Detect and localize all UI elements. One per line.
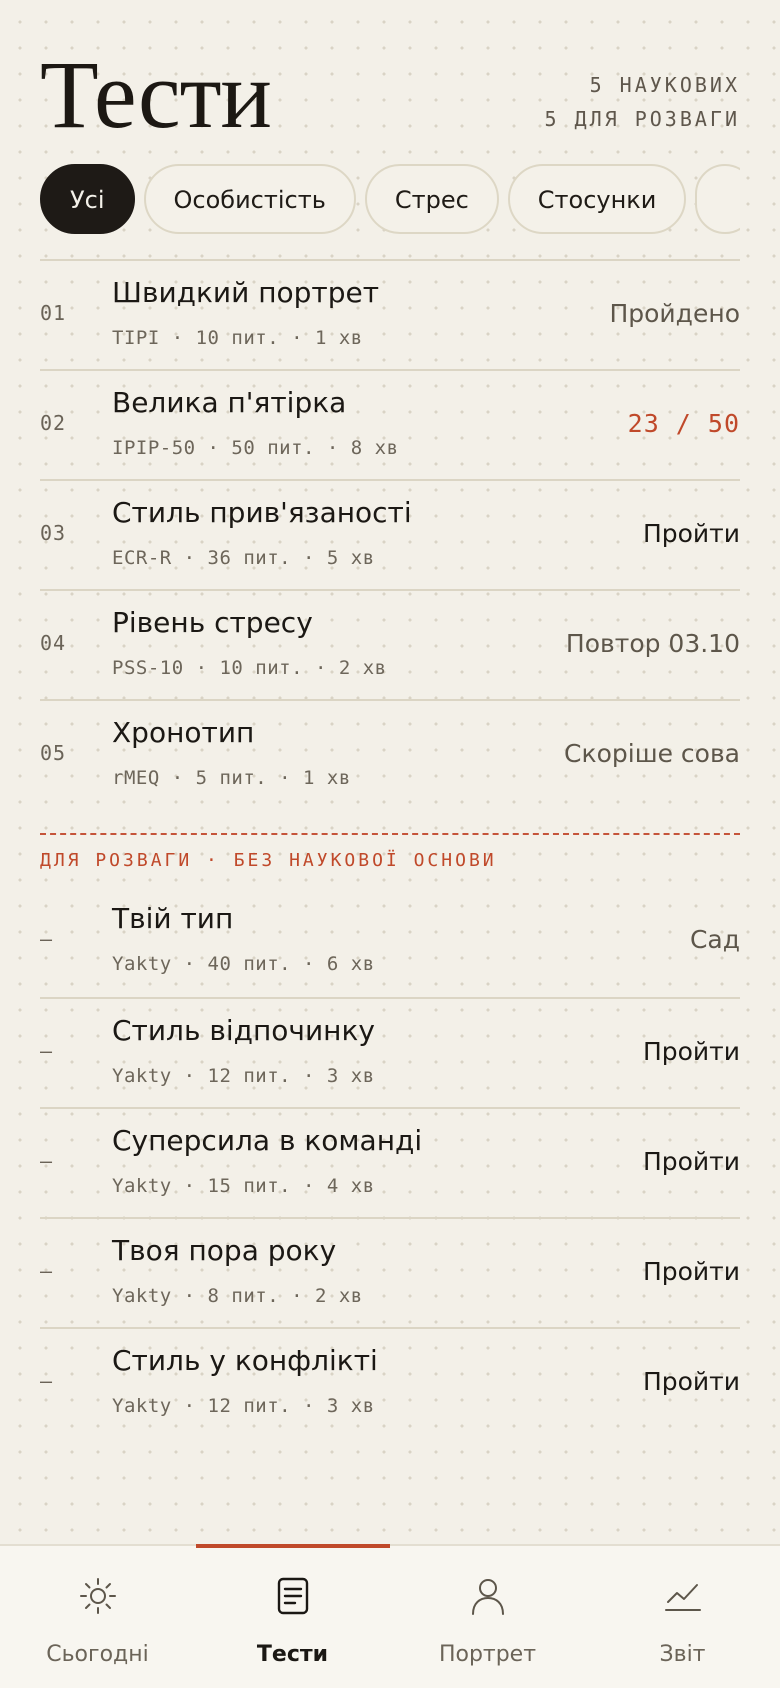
test-number: 01 bbox=[40, 301, 67, 325]
test-meta: ECR-R · 36 пит. · 5 хв bbox=[112, 547, 375, 569]
test-title: Стиль відпочинку bbox=[112, 1014, 375, 1047]
test-status: Сад bbox=[689, 925, 740, 954]
test-status: Скоріше сова bbox=[564, 739, 740, 768]
test-meta: Yakty · 8 пит. · 2 хв bbox=[112, 1285, 363, 1307]
tab-label: Звіт bbox=[659, 1642, 706, 1667]
page-header: Тести 5 наукових 5 для розваги bbox=[40, 40, 740, 150]
test-title: Твій тип bbox=[112, 902, 234, 935]
test-title: Стиль прив'язаності bbox=[112, 496, 412, 529]
tab-label: Тести bbox=[256, 1642, 329, 1667]
test-row[interactable]: — Суперсила в команді Yakty · 15 пит. · … bbox=[40, 1107, 740, 1217]
filter-chip-more[interactable] bbox=[695, 164, 740, 234]
take-test-button[interactable]: Пройти bbox=[643, 1035, 740, 1069]
count-fun: 5 для розваги bbox=[544, 107, 740, 131]
take-test-button[interactable]: Пройти bbox=[643, 1255, 740, 1289]
test-row[interactable]: — Стиль у конфлікті Yakty · 12 пит. · 3 … bbox=[40, 1327, 740, 1437]
test-row[interactable]: — Стиль відпочинку Yakty · 12 пит. · 3 х… bbox=[40, 997, 740, 1107]
test-title: Стиль у конфлікті bbox=[112, 1344, 378, 1377]
test-meta: PSS-10 · 10 пит. · 2 хв bbox=[112, 657, 387, 679]
test-row[interactable]: 02 Велика п'ятірка IPIP-50 · 50 пит. · 8… bbox=[40, 369, 740, 479]
test-number: — bbox=[40, 927, 54, 951]
test-meta: Yakty · 12 пит. · 3 хв bbox=[112, 1065, 375, 1087]
bottom-tab-bar: Сьогодні Тести Портрет Звіт bbox=[0, 1544, 780, 1688]
test-title: Твоя пора року bbox=[112, 1234, 337, 1267]
page-title: Тести bbox=[40, 41, 272, 148]
test-title: Суперсила в команді bbox=[112, 1124, 423, 1157]
test-number: 03 bbox=[40, 521, 67, 545]
tab-label: Портрет bbox=[438, 1642, 537, 1667]
test-meta: Yakty · 12 пит. · 3 хв bbox=[112, 1395, 375, 1417]
test-number: 04 bbox=[40, 631, 67, 655]
take-test-button[interactable]: Пройти bbox=[643, 517, 740, 551]
test-number: 02 bbox=[40, 411, 67, 435]
tab-portrait[interactable]: Портрет bbox=[390, 1546, 585, 1688]
test-row[interactable]: 01 Швидкий портрет TIPI · 10 пит. · 1 хв… bbox=[40, 259, 740, 369]
test-number: — bbox=[40, 1039, 54, 1063]
filter-chip-stress[interactable]: Стрес bbox=[364, 164, 499, 234]
section-divider bbox=[40, 833, 740, 835]
test-number: — bbox=[40, 1259, 54, 1283]
test-status: Пройдено bbox=[609, 299, 740, 328]
filter-chip-all[interactable]: Усі bbox=[40, 164, 135, 234]
tab-today[interactable]: Сьогодні bbox=[0, 1546, 195, 1688]
fun-test-list: — Твій тип Yakty · 40 пит. · 6 хв Сад — … bbox=[40, 887, 740, 1437]
test-status: Повтор 03.10 bbox=[565, 629, 740, 658]
scientific-test-list: 01 Швидкий портрет TIPI · 10 пит. · 1 хв… bbox=[40, 259, 740, 809]
take-test-button[interactable]: Пройти bbox=[643, 1365, 740, 1399]
test-meta: TIPI · 10 пит. · 1 хв bbox=[112, 327, 363, 349]
test-number: — bbox=[40, 1149, 54, 1173]
tab-label: Сьогодні bbox=[46, 1642, 149, 1667]
test-row[interactable]: 05 Хронотип rMEQ · 5 пит. · 1 хв Скоріше… bbox=[40, 699, 740, 809]
test-title: Швидкий портрет bbox=[112, 276, 380, 309]
test-number: 05 bbox=[40, 741, 67, 765]
test-meta: rMEQ · 5 пит. · 1 хв bbox=[112, 767, 351, 789]
test-row[interactable]: 03 Стиль прив'язаності ECR-R · 36 пит. ·… bbox=[40, 479, 740, 589]
test-row[interactable]: — Твій тип Yakty · 40 пит. · 6 хв Сад bbox=[40, 887, 740, 997]
count-scientific: 5 наукових bbox=[589, 73, 740, 97]
test-title: Рівень стресу bbox=[112, 606, 313, 639]
tab-report[interactable]: Звіт bbox=[585, 1546, 780, 1688]
test-row[interactable]: 04 Рівень стресу PSS-10 · 10 пит. · 2 хв… bbox=[40, 589, 740, 699]
test-meta: IPIP-50 · 50 пит. · 8 хв bbox=[112, 437, 399, 459]
test-row[interactable]: — Твоя пора року Yakty · 8 пит. · 2 хв П… bbox=[40, 1217, 740, 1327]
fun-section-label: Для розваги · без наукової основи bbox=[40, 850, 497, 871]
test-progress: 23 / 50 bbox=[627, 409, 740, 438]
test-title: Велика п'ятірка bbox=[112, 386, 347, 419]
test-counts: 5 наукових 5 для розваги bbox=[544, 68, 740, 136]
tab-tests[interactable]: Тести bbox=[195, 1546, 390, 1688]
filter-chips: Усі Особистість Стрес Стосунки bbox=[40, 164, 740, 236]
filter-chip-relationships[interactable]: Стосунки bbox=[507, 164, 687, 234]
filter-chip-personality[interactable]: Особистість bbox=[143, 164, 356, 234]
test-meta: Yakty · 40 пит. · 6 хв bbox=[112, 953, 375, 975]
take-test-button[interactable]: Пройти bbox=[643, 1145, 740, 1179]
test-number: — bbox=[40, 1369, 54, 1393]
test-meta: Yakty · 15 пит. · 4 хв bbox=[112, 1175, 375, 1197]
test-title: Хронотип bbox=[112, 716, 255, 749]
